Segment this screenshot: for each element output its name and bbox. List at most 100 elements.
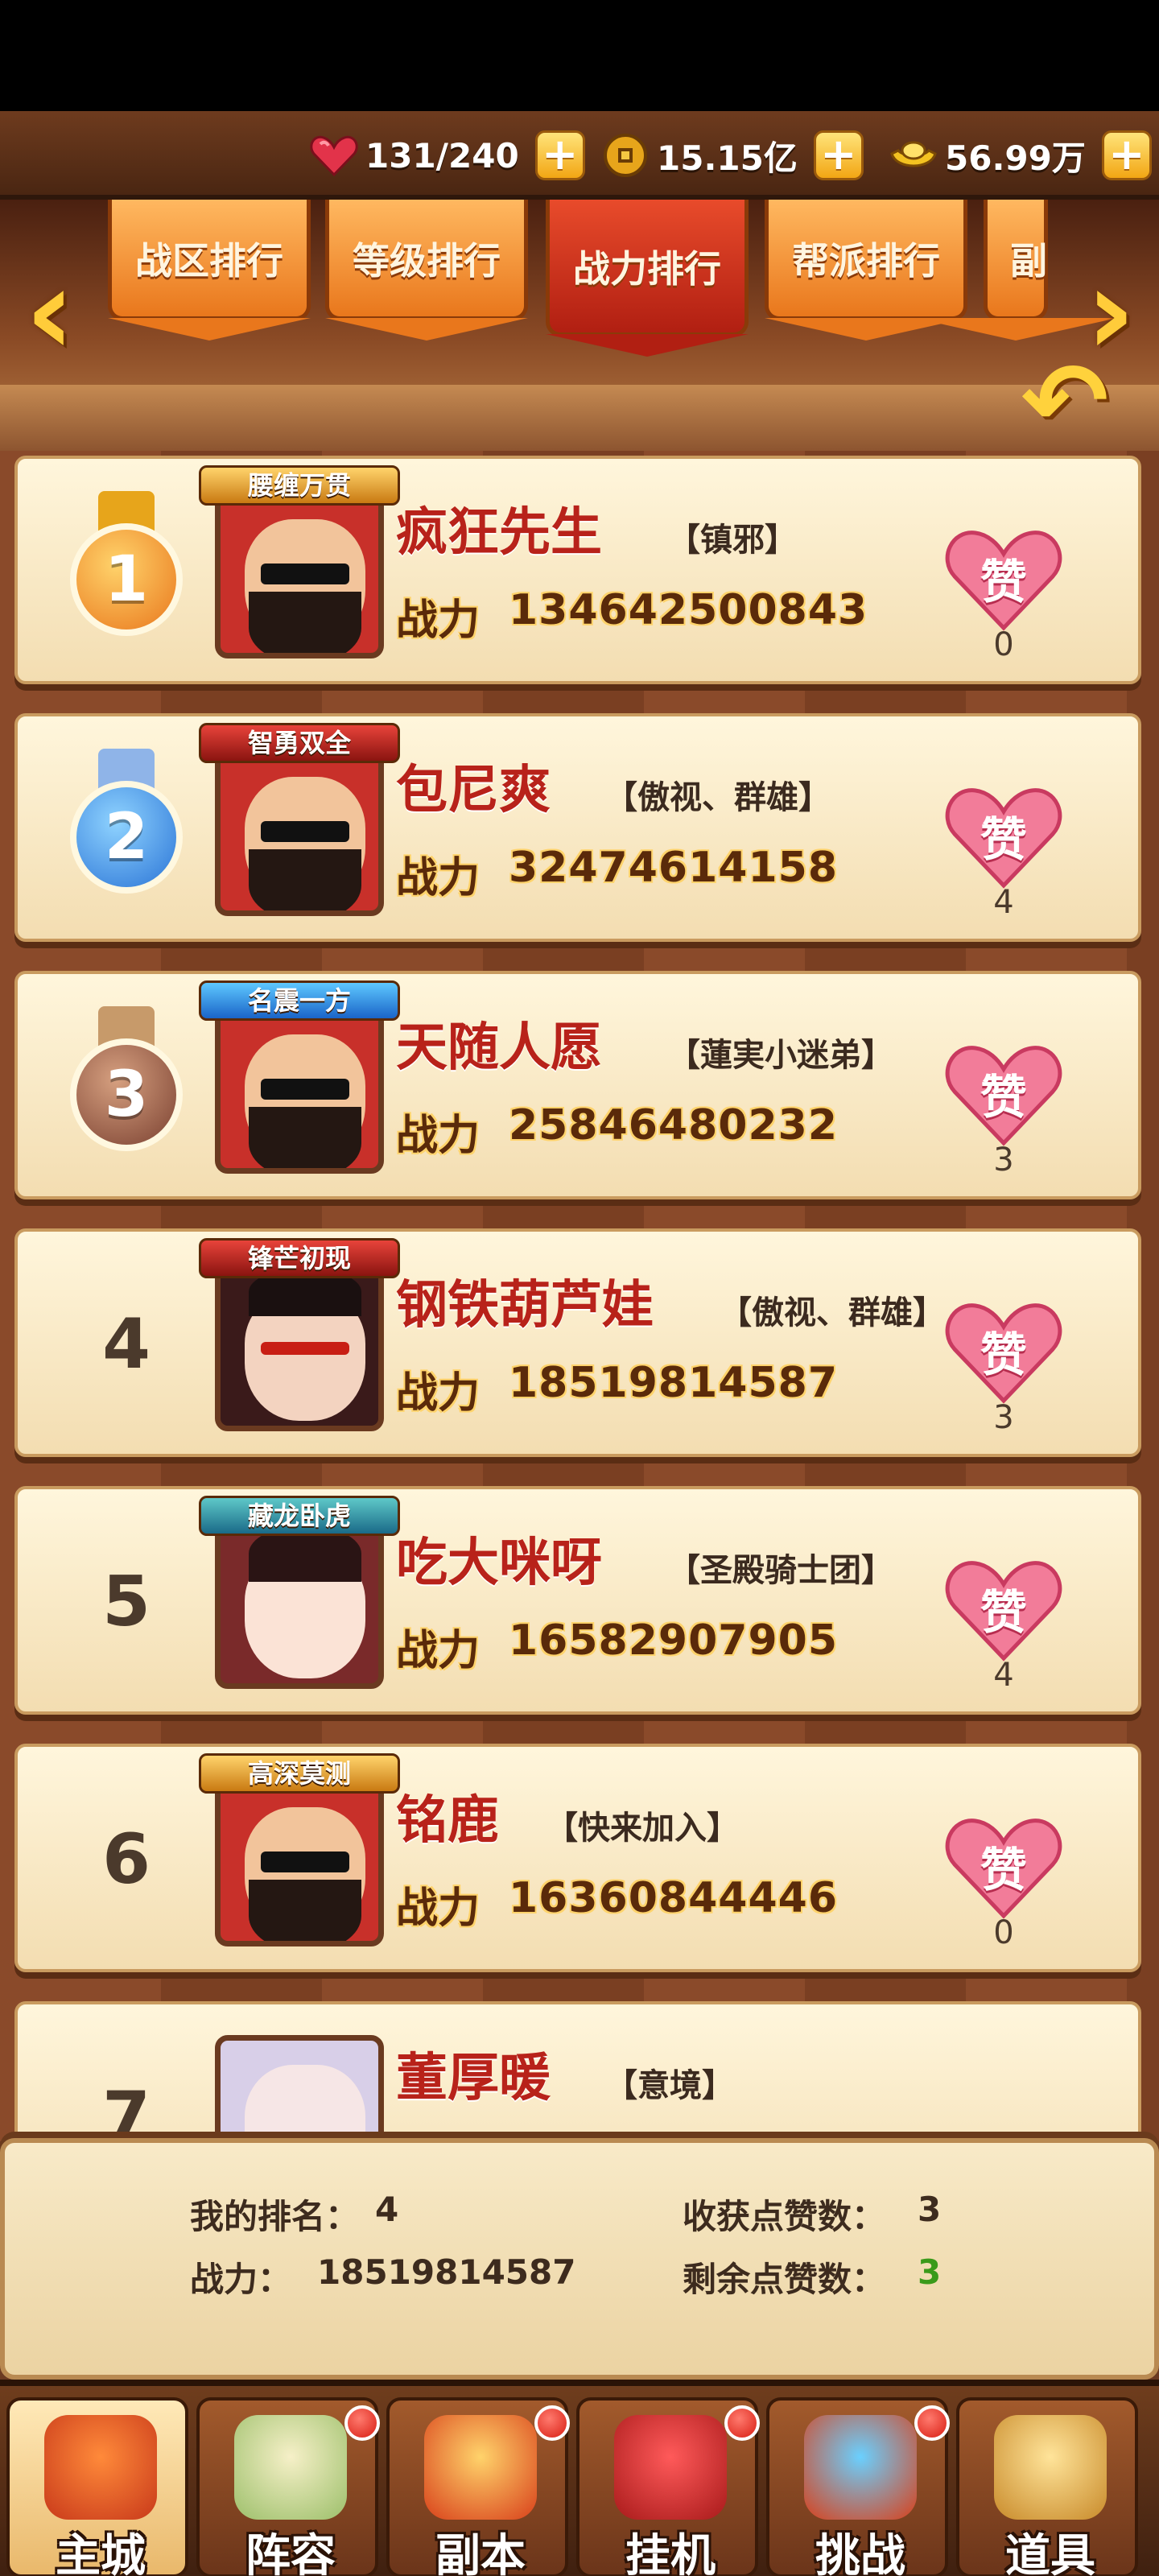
ranking-row: 6 高深莫测 铭鹿 【快来加入】 战力 16360844446 赞 0 (14, 1744, 1141, 1972)
ranking-row: 3 名震一方 天随人愿 【蓮実小迷弟】 战力 25846480232 赞 3 (14, 971, 1141, 1199)
like-count: 0 (993, 1914, 1014, 1951)
add-gold-button[interactable]: + (1101, 130, 1152, 180)
challenge-icon (804, 2415, 917, 2520)
my-power-value: 18519814587 (317, 2252, 576, 2292)
title-badge: 名震一方 (199, 980, 400, 1021)
notification-dot (724, 2405, 760, 2441)
received-likes-value: 3 (918, 2190, 942, 2229)
coin-value: 15.15亿 (657, 138, 798, 178)
player-name: 包尼爽 (396, 761, 551, 820)
copper-coin-icon (604, 134, 647, 177)
title-badge: 高深莫测 (199, 1753, 400, 1794)
like-count: 4 (993, 1657, 1014, 1694)
tab-level-ranking[interactable]: 等级排行 (325, 200, 528, 341)
guild-name: 【意境】 (605, 2067, 734, 2104)
stamina-resource: 131/240 + (309, 127, 585, 184)
avatar[interactable] (215, 1520, 384, 1689)
remaining-likes-label: 剩余点赞数： (683, 2260, 886, 2299)
guild-name: 【圣殿骑士团】 (668, 1552, 893, 1589)
main-city-icon (44, 2415, 157, 2520)
bottom-nav: 主城 阵容 副本 挂机 挑战 道具 (0, 2380, 1159, 2576)
received-likes-label: 收获点赞数： (683, 2197, 886, 2236)
dungeon-icon (424, 2415, 537, 2520)
status-bar (0, 0, 1159, 111)
avatar[interactable] (215, 1777, 384, 1946)
power-value: 134642500843 (509, 586, 868, 634)
title-badge: 腰缠万贯 (199, 465, 400, 506)
rank-number: 4 (102, 1304, 151, 1385)
ranking-row: 2 智勇双全 包尼爽 【傲视、群雄】 战力 32474614158 赞 4 (14, 713, 1141, 942)
player-name: 天随人愿 (396, 1018, 602, 1078)
avatar[interactable] (215, 1005, 384, 1174)
nav-idle[interactable]: 挂机 (576, 2397, 760, 2576)
my-rank-value: 4 (375, 2190, 399, 2229)
rank-number: 6 (102, 1819, 151, 1900)
gold-medal-icon: 1 (58, 491, 195, 644)
power-label: 战力 (396, 1627, 481, 1675)
title-badge: 智勇双全 (199, 723, 400, 763)
power-label: 战力 (396, 854, 481, 902)
power-value: 16582907905 (509, 1616, 838, 1665)
avatar[interactable] (215, 489, 384, 658)
remaining-likes-value: 3 (918, 2252, 942, 2292)
tab-zone-ranking[interactable]: 战区排行 (108, 200, 311, 341)
like-count: 3 (993, 1141, 1014, 1179)
my-power-label: 战力： (190, 2260, 292, 2299)
like-button[interactable]: 赞 (943, 523, 1064, 636)
power-value: 18519814587 (509, 1359, 838, 1407)
like-count: 3 (993, 1399, 1014, 1436)
gold-resource: 56.99万 + (889, 127, 1152, 184)
player-name: 疯狂先生 (396, 503, 602, 563)
like-button[interactable]: 赞 (943, 1038, 1064, 1151)
nav-lineup[interactable]: 阵容 (196, 2397, 380, 2576)
heart-stamina-icon (310, 135, 358, 177)
like-button[interactable]: 赞 (943, 1554, 1064, 1666)
power-label: 战力 (396, 1112, 481, 1160)
nav-items[interactable]: 道具 (956, 2397, 1138, 2576)
guild-name: 【傲视、群雄】 (720, 1294, 945, 1331)
tab-dungeon-ranking[interactable]: 副 (914, 200, 1117, 341)
power-value: 25846480232 (509, 1101, 838, 1150)
stamina-value: 131/240 (365, 135, 519, 175)
guild-name: 【镇邪】 (668, 522, 797, 559)
my-rank-label: 我的排名： (190, 2197, 360, 2236)
resource-bar: 131/240 + 15.15亿 + 56.99万 + (0, 111, 1159, 200)
add-stamina-button[interactable]: + (534, 130, 585, 180)
lineup-icon (234, 2415, 347, 2520)
notification-dot (534, 2405, 570, 2441)
notification-dot (914, 2405, 950, 2441)
ranking-row: 1 腰缠万贯 疯狂先生 【镇邪】 战力 134642500843 赞 0 (14, 456, 1141, 684)
avatar[interactable] (215, 1262, 384, 1431)
my-rank-panel: 我的排名： 4 战力： 18519814587 收获点赞数： 3 剩余点赞数： … (0, 2138, 1159, 2380)
like-button[interactable]: 赞 (943, 1811, 1064, 1924)
add-coin-button[interactable]: + (813, 130, 864, 180)
nav-main-city[interactable]: 主城 (6, 2397, 188, 2576)
player-name: 董厚暖 (396, 2049, 551, 2108)
tab-power-ranking[interactable]: 战力排行 (546, 200, 749, 357)
like-count: 0 (993, 626, 1014, 663)
power-value: 16360844446 (509, 1874, 838, 1922)
like-button[interactable]: 赞 (943, 781, 1064, 894)
gold-value: 56.99万 (945, 138, 1086, 178)
tab-prev-arrow-icon[interactable]: ‹ (10, 252, 90, 373)
power-value: 32474614158 (509, 844, 838, 892)
like-button[interactable]: 赞 (943, 1296, 1064, 1409)
player-name: 铭鹿 (396, 1791, 499, 1851)
notification-dot (344, 2405, 380, 2441)
player-name: 钢铁葫芦娃 (396, 1276, 654, 1335)
bronze-medal-icon: 3 (58, 1006, 195, 1159)
ranking-tab-bar: ‹ 战区排行 等级排行 战力排行 帮派排行 副 › ↶ (0, 200, 1159, 453)
back-arrow-icon[interactable]: ↶ (1004, 349, 1125, 453)
coin-resource: 15.15亿 + (600, 127, 864, 184)
nav-dungeon[interactable]: 副本 (386, 2397, 570, 2576)
power-label: 战力 (396, 1885, 481, 1933)
power-label: 战力 (396, 597, 481, 645)
guild-name: 【蓮実小迷弟】 (668, 1037, 893, 1074)
title-badge: 锋芒初现 (199, 1238, 400, 1278)
avatar[interactable] (215, 747, 384, 916)
guild-name: 【傲视、群雄】 (605, 779, 831, 816)
idle-icon (614, 2415, 727, 2520)
nav-challenge[interactable]: 挑战 (766, 2397, 950, 2576)
rank-number: 5 (102, 1562, 151, 1642)
tab-guild-ranking[interactable]: 帮派排行 (765, 200, 967, 341)
